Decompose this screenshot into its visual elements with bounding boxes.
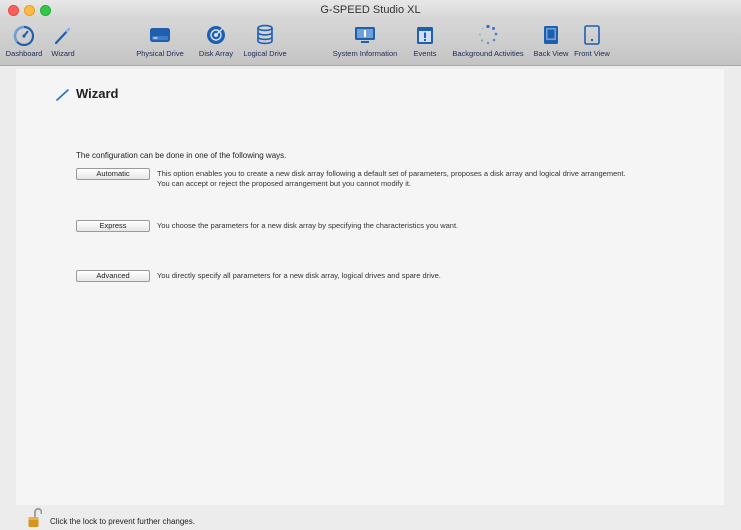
toolbar-physical-drive[interactable]: Physical Drive [136, 24, 184, 58]
toolbar-wizard[interactable]: Wizard [46, 24, 80, 58]
toolbar-label: Disk Array [198, 49, 234, 58]
wand-icon [56, 89, 69, 101]
wizard-panel: Wizard The configuration can be done in … [16, 69, 724, 505]
wand-icon [54, 27, 71, 45]
disk-array-icon [207, 26, 225, 44]
dashboard-gauge-icon [13, 25, 35, 46]
toolbar-dashboard[interactable]: Dashboard [2, 24, 46, 58]
automatic-button[interactable]: Automatic [76, 168, 150, 180]
toolbar-disk-array[interactable]: Disk Array [195, 24, 237, 58]
lock-open-icon[interactable] [28, 507, 42, 529]
express-button[interactable]: Express [76, 220, 150, 232]
toolbar-logical-drive[interactable]: Logical Drive [240, 24, 290, 58]
toolbar-label: Physical Drive [136, 49, 184, 58]
toolbar-front-view[interactable]: Front View [572, 24, 612, 58]
title-bar: G-SPEED Studio XL [0, 0, 741, 22]
toolbar: Dashboard Wizard Physical Drive Disk Arr… [0, 22, 741, 66]
lock-status-text: Click the lock to prevent further change… [50, 517, 195, 526]
toolbar-label: Wizard [51, 49, 75, 58]
events-icon [417, 27, 433, 44]
front-view-icon [584, 25, 600, 45]
window-title: G-SPEED Studio XL [320, 4, 421, 16]
physical-drive-icon [150, 28, 170, 42]
intro-text: The configuration can be done in one of … [76, 151, 287, 160]
toolbar-label: System Information [332, 49, 398, 58]
toolbar-back-view[interactable]: Back View [532, 24, 570, 58]
status-bar: Click the lock to prevent further change… [0, 505, 741, 530]
advanced-description: You directly specify all parameters for … [157, 271, 441, 280]
toolbar-label: Dashboard [5, 49, 43, 58]
express-description: You choose the parameters for a new disk… [157, 221, 459, 230]
toolbar-label: Logical Drive [243, 49, 287, 58]
automatic-description: This option enables you to create a new … [157, 169, 626, 188]
toolbar-label: Events [413, 49, 437, 58]
toolbar-label: Background Activities [452, 49, 524, 58]
logical-drive-icon [257, 24, 273, 45]
toolbar-label: Back View [533, 49, 569, 58]
background-activities-spinner-icon [479, 24, 498, 45]
page-title: Wizard [76, 86, 119, 101]
toolbar-label: Front View [574, 49, 610, 58]
toolbar-system-information[interactable]: System Information [325, 24, 405, 58]
app-window: G-SPEED Studio XL Dashboard Wizard Physi… [0, 0, 741, 530]
advanced-button[interactable]: Advanced [76, 270, 150, 282]
toolbar-background-activities[interactable]: Background Activities [445, 24, 531, 58]
toolbar-events[interactable]: Events [408, 24, 442, 58]
system-info-icon [355, 27, 375, 43]
back-view-icon [544, 26, 558, 44]
